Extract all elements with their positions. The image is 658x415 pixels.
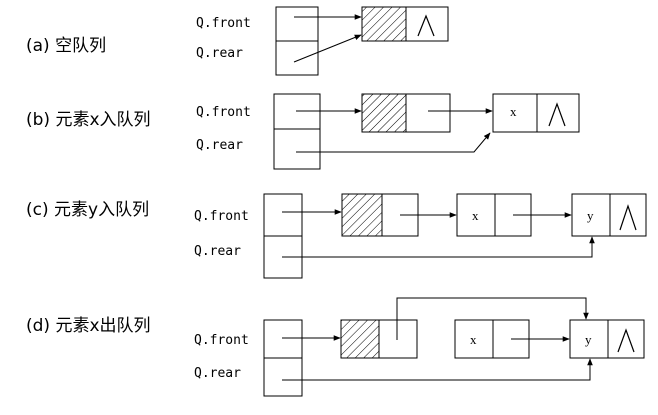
panel-b-front-label: Q.front bbox=[196, 105, 251, 120]
panel-a-head-node-next bbox=[405, 6, 449, 42]
panel-a-caption: (a) 空队列 bbox=[26, 36, 106, 56]
panel-c-head-node-data bbox=[341, 193, 383, 237]
panel-d-node-y-value: y bbox=[585, 332, 592, 347]
panel-d-front-cell bbox=[263, 319, 303, 359]
panel-d-front-label: Q.front bbox=[194, 333, 249, 348]
panel-d-caption: (d) 元素x出队列 bbox=[26, 316, 151, 336]
panel-c-node-y-next bbox=[609, 193, 647, 237]
panel-b-rear-arrow bbox=[296, 132, 491, 153]
panel-d-head-node-data bbox=[340, 319, 380, 359]
panel-c-front-label: Q.front bbox=[194, 209, 249, 224]
panel-a-rear-cell bbox=[275, 40, 319, 76]
panel-d-rear-label: Q.rear bbox=[194, 366, 241, 381]
panel-b-rear-label: Q.rear bbox=[196, 138, 243, 153]
panel-a-empty-queue: (a) 空队列 Q.front Q.rear bbox=[26, 6, 449, 76]
panel-d-rear-cell bbox=[263, 357, 303, 397]
panel-b-rear-cell bbox=[273, 128, 321, 170]
panel-b-head-node-next bbox=[405, 93, 451, 133]
panel-b-node-x-value: x bbox=[510, 104, 517, 119]
panel-c-node-x-value: x bbox=[472, 208, 479, 223]
panel-a-head-node-data bbox=[361, 6, 407, 42]
panel-d-node-x-value: x bbox=[470, 332, 477, 347]
panel-c-caption: (c) 元素y入队列 bbox=[26, 200, 149, 220]
panel-d-head-node-next bbox=[378, 319, 418, 359]
panel-c-enqueue-y: (c) 元素y入队列 Q.front Q.rear x y bbox=[26, 193, 647, 279]
panel-c-node-y-value: y bbox=[587, 208, 594, 223]
panel-b-node-x-next bbox=[536, 93, 580, 133]
linked-queue-diagram: (a) 空队列 Q.front Q.rear (b) 元素x入队列 Q.fron… bbox=[26, 6, 647, 397]
panel-c-rear-label: Q.rear bbox=[194, 244, 241, 259]
panel-c-rear-arrow bbox=[282, 236, 595, 258]
panel-c-front-cell bbox=[263, 193, 303, 237]
panel-a-rear-label: Q.rear bbox=[196, 46, 243, 61]
panel-d-dequeue-x: (d) 元素x出队列 Q.front Q.rear x y bbox=[26, 297, 645, 397]
panel-d-rear-arrow bbox=[282, 358, 593, 381]
panel-d-node-y-next bbox=[607, 319, 645, 359]
panel-a-front-label: Q.front bbox=[196, 16, 251, 31]
panel-b-enqueue-x: (b) 元素x入队列 Q.front Q.rear x bbox=[26, 93, 580, 170]
panel-b-head-node-data bbox=[361, 93, 407, 133]
panel-b-caption: (b) 元素x入队列 bbox=[26, 110, 151, 130]
panel-a-front-cell bbox=[275, 6, 319, 42]
